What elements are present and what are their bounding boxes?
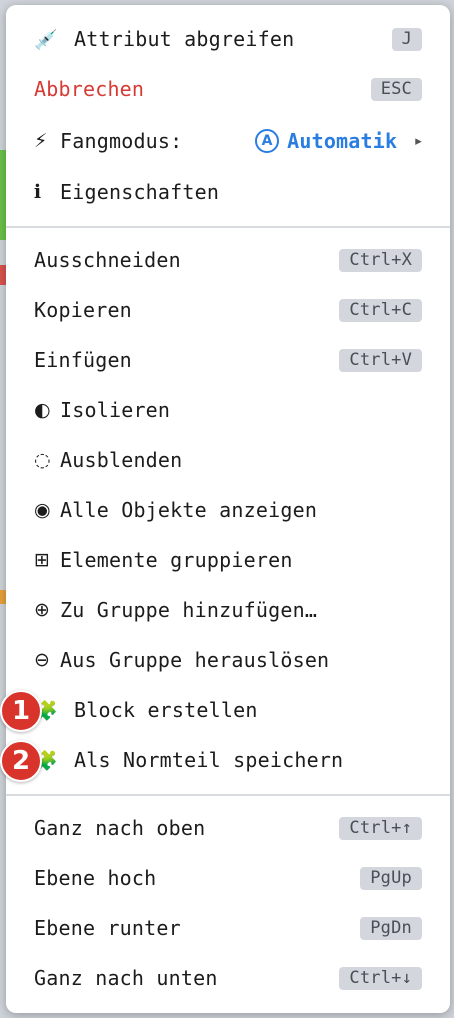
snap-mode-label: Automatik — [287, 129, 398, 153]
menu-item-label: Eigenschaften — [60, 180, 220, 204]
context-menu: 💉 Attribut abgreifen J Abbrechen ESC ⚡ F… — [6, 5, 450, 1013]
half-circle-icon: ◐ — [34, 399, 51, 421]
filled-circle-icon: ◉ — [34, 499, 51, 521]
menu-item-ebene-hoch[interactable]: Ebene hoch PgUp — [6, 853, 450, 903]
dotted-circle-icon: ◌ — [34, 449, 51, 471]
shortcut-badge: PgDn — [360, 916, 422, 940]
menu-item-ebene-runter[interactable]: Ebene runter PgDn — [6, 903, 450, 953]
grid-square-icon: ⊞ — [34, 549, 51, 571]
menu-item-label: Abbrechen — [34, 77, 145, 101]
menu-item-ganz-nach-unten[interactable]: Ganz nach unten Ctrl+↓ — [6, 953, 450, 1003]
menu-item-ausblenden[interactable]: ◌ Ausblenden — [6, 435, 450, 485]
menu-divider — [6, 794, 450, 796]
menu-item-label: Zu Gruppe hinzufügen… — [60, 598, 318, 622]
menu-item-ausschneiden[interactable]: Ausschneiden Ctrl+X — [6, 235, 450, 285]
lightning-icon: ⚡ — [34, 130, 48, 152]
menu-item-label: Als Normteil speichern — [74, 748, 344, 772]
menu-item-abbrechen[interactable]: Abbrechen ESC — [6, 64, 450, 114]
menu-item-label: Alle Objekte anzeigen — [60, 498, 318, 522]
menu-item-isolieren[interactable]: ◐ Isolieren — [6, 385, 450, 435]
menu-item-label: Block erstellen — [74, 698, 258, 722]
menu-item-label: Kopieren — [34, 298, 132, 322]
shortcut-badge: Ctrl+C — [339, 298, 422, 322]
menu-item-label: Isolieren — [60, 398, 171, 422]
menu-item-label: Elemente gruppieren — [60, 548, 293, 572]
menu-item-label: Einfügen — [34, 348, 132, 372]
menu-item-label: Ausblenden — [60, 448, 183, 472]
menu-divider — [6, 226, 450, 228]
shortcut-badge: Ctrl+X — [339, 248, 422, 272]
menu-item-als-normteil-speichern[interactable]: 🧩 Als Normteil speichern — [6, 735, 450, 785]
shortcut-badge: Ctrl+↑ — [339, 816, 422, 840]
snap-mode-value[interactable]: A Automatik — [255, 129, 397, 153]
menu-item-aus-gruppe-herausloesen[interactable]: ⊖ Aus Gruppe herauslösen — [6, 635, 450, 685]
menu-item-label: Ebene runter — [34, 916, 181, 940]
shortcut-badge: ESC — [370, 77, 422, 101]
syringe-icon: 💉 — [34, 28, 58, 51]
shortcut-badge: Ctrl+V — [339, 348, 422, 372]
menu-item-label: Ausschneiden — [34, 248, 181, 272]
shortcut-badge: Ctrl+↓ — [339, 966, 422, 990]
menu-item-eigenschaften[interactable]: ℹ Eigenschaften — [6, 167, 450, 217]
circled-plus-icon: ⊕ — [34, 599, 51, 621]
menu-item-label: Fangmodus: — [60, 129, 183, 153]
circled-minus-icon: ⊖ — [34, 649, 51, 671]
shortcut-badge: J — [391, 27, 422, 51]
shortcut-badge: PgUp — [360, 866, 422, 890]
info-icon: ℹ — [34, 181, 42, 203]
menu-item-block-erstellen[interactable]: 🧩 Block erstellen — [6, 685, 450, 735]
menu-item-fangmodus[interactable]: ⚡ Fangmodus: A Automatik ▸ — [6, 116, 450, 166]
annotation-badge-2: 2 — [0, 740, 42, 782]
circled-a-icon: A — [255, 129, 280, 153]
submenu-arrow-icon: ▸ — [415, 133, 422, 149]
menu-item-label: Ebene hoch — [34, 866, 157, 890]
menu-item-label: Ganz nach unten — [34, 966, 218, 990]
menu-item-elemente-gruppieren[interactable]: ⊞ Elemente gruppieren — [6, 535, 450, 585]
menu-item-label: Ganz nach oben — [34, 816, 206, 840]
menu-item-attribut-abgreifen[interactable]: 💉 Attribut abgreifen J — [6, 14, 450, 64]
menu-item-label: Aus Gruppe herauslösen — [60, 648, 330, 672]
menu-item-zu-gruppe-hinzufuegen[interactable]: ⊕ Zu Gruppe hinzufügen… — [6, 585, 450, 635]
annotation-badge-1: 1 — [0, 690, 42, 732]
menu-item-einfuegen[interactable]: Einfügen Ctrl+V — [6, 335, 450, 385]
menu-item-alle-objekte-anzeigen[interactable]: ◉ Alle Objekte anzeigen — [6, 485, 450, 535]
menu-item-ganz-nach-oben[interactable]: Ganz nach oben Ctrl+↑ — [6, 803, 450, 853]
menu-item-kopieren[interactable]: Kopieren Ctrl+C — [6, 285, 450, 335]
menu-item-label: Attribut abgreifen — [74, 27, 295, 51]
